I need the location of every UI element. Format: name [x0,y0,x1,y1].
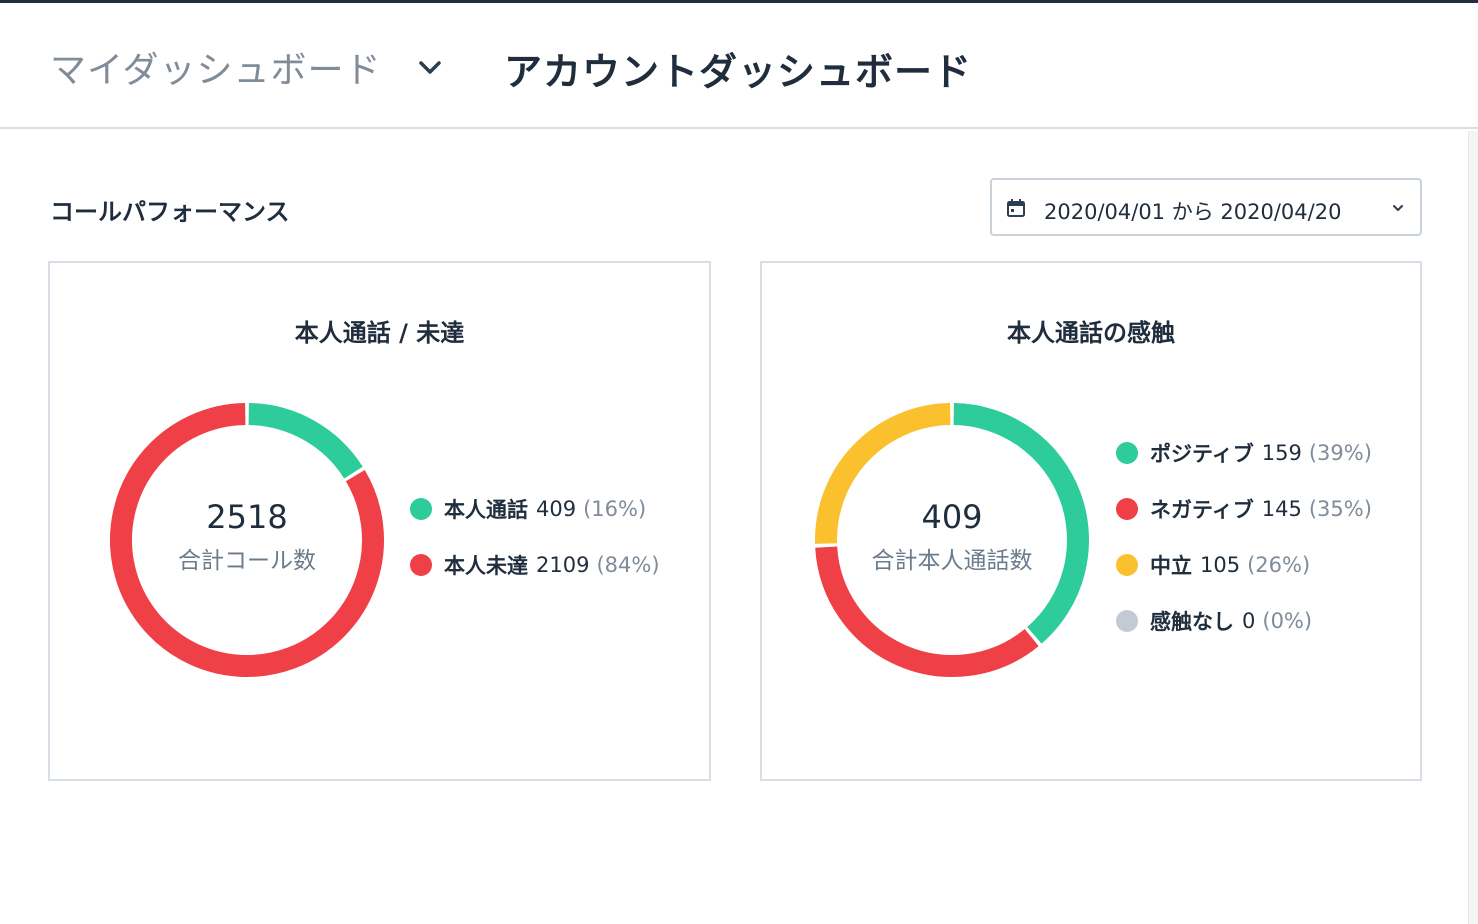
date-range-label: 2020/04/01 から 2020/04/20 [1044,200,1342,224]
calendar-icon [1007,199,1025,217]
legend-count: 409 [536,497,577,521]
legend-percent: (16%) [583,497,647,521]
legend-name: 中立 [1150,554,1192,578]
legend-dot-red [1116,498,1138,520]
dashboard-selector[interactable]: マイダッシュボード [50,41,444,93]
donut-center-value: 409 [921,498,983,536]
legend-dot-gray [1116,610,1138,632]
chart-card-sentiment: 本人通話の感触 409 合計本人通話数 ポジティブ 159 (39%) ネガティ… [760,261,1422,781]
chart-legend: 本人通話 409 (16%) 本人未達 2109 (84%) [410,481,660,593]
legend-dot-yellow [1116,554,1138,576]
donut-chart-sentiment [815,403,1089,677]
legend-percent: (35%) [1308,497,1372,521]
legend-item: ポジティブ 159 (39%) [1116,425,1372,481]
donut-chart-contact [110,403,384,677]
chart-title: 本人通話 / 未達 [294,319,465,347]
legend-item: 本人未達 2109 (84%) [410,537,660,593]
legend-name: 本人通話 [444,498,528,522]
legend-count: 105 [1200,553,1241,577]
page-title: アカウントダッシュボード [504,50,973,94]
legend-item: 感触なし 0 (0%) [1116,593,1372,649]
legend-percent: (84%) [596,553,660,577]
legend-dot-green [1116,442,1138,464]
legend-percent: (39%) [1308,441,1372,465]
legend-item: ネガティブ 145 (35%) [1116,481,1372,537]
legend-item: 本人通話 409 (16%) [410,481,660,537]
chart-title: 本人通話の感触 [1007,319,1175,347]
donut-center-label: 合計本人通話数 [871,548,1033,574]
legend-name: 本人未達 [444,554,528,578]
date-range-picker[interactable]: 2020/04/01 から 2020/04/20 [990,178,1422,236]
legend-count: 2109 [536,553,590,577]
legend-dot-green [410,498,432,520]
section-title: コールパフォーマンス [50,198,290,226]
legend-percent: (26%) [1247,553,1311,577]
legend-dot-red [410,554,432,576]
legend-count: 0 [1242,609,1256,633]
header-bar: マイダッシュボード アカウントダッシュボード [0,3,1478,129]
legend-count: 159 [1261,441,1302,465]
donut-center-label: 合計コール数 [178,548,316,574]
legend-count: 145 [1261,497,1302,521]
legend-name: ネガティブ [1150,498,1254,522]
chart-legend: ポジティブ 159 (39%) ネガティブ 145 (35%) 中立 105 (… [1116,425,1372,649]
chevron-down-icon [1393,205,1403,211]
chevron-down-icon [418,61,441,74]
chart-card-contact: 本人通話 / 未達 2518 合計コール数 本人通話 409 (16%) 本人未… [48,261,711,781]
donut-center-value: 2518 [206,498,288,536]
legend-name: 感触なし [1150,610,1234,634]
dashboard-selector-label: マイダッシュボード [50,50,382,91]
donut-slice-1 [248,403,363,479]
legend-percent: (0%) [1262,609,1313,633]
scrollbar[interactable] [1468,131,1478,924]
legend-item: 中立 105 (26%) [1116,537,1372,593]
legend-name: ポジティブ [1150,442,1254,466]
